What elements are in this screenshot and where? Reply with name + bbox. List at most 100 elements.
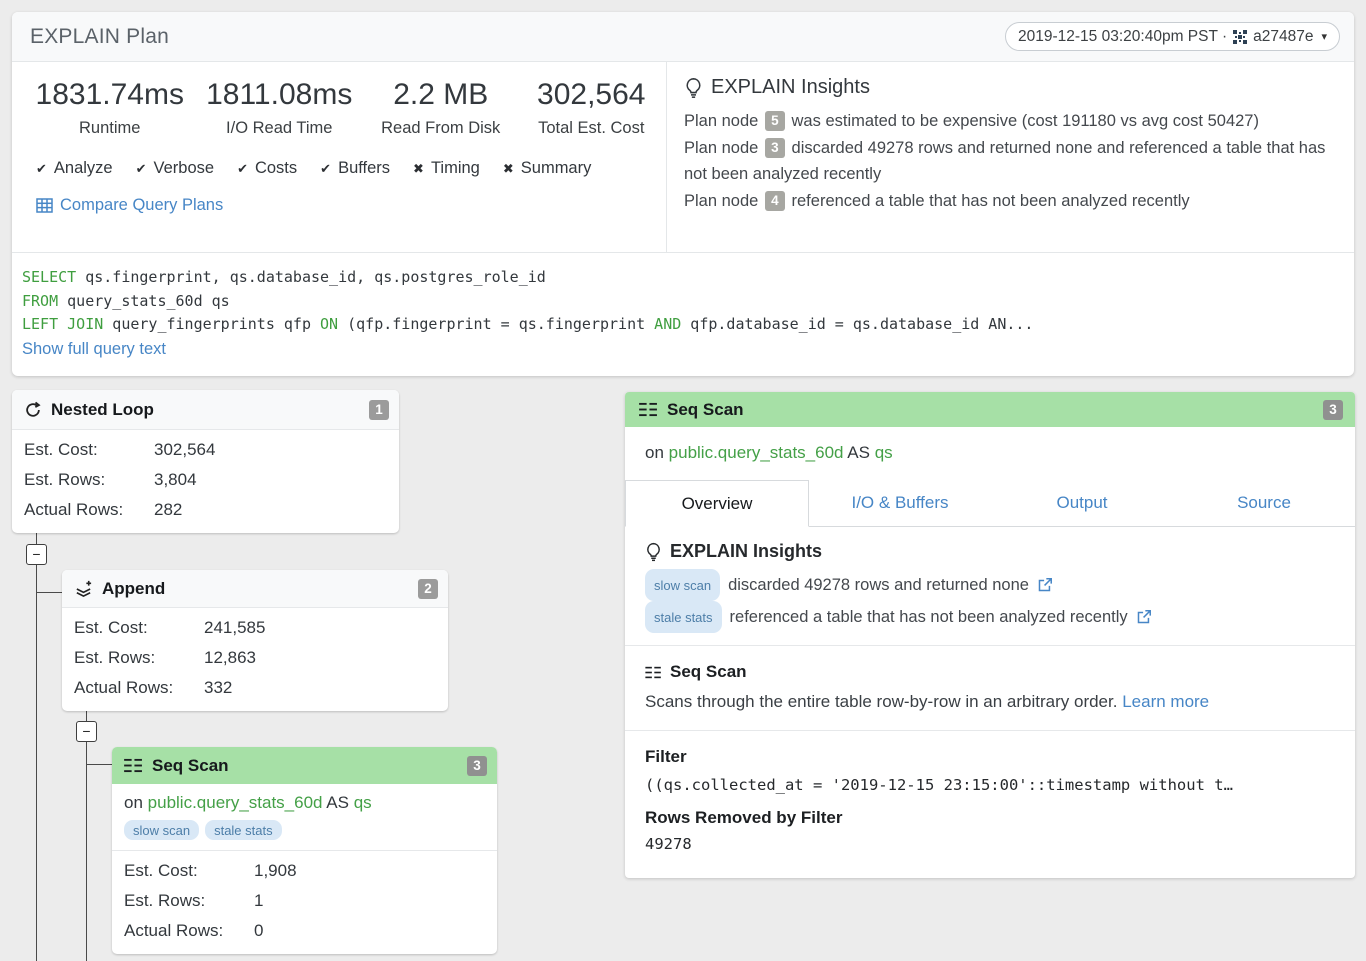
- sql-line: FROM query_stats_60d qs: [22, 290, 1340, 314]
- node-table-reference: on public.query_stats_60d AS qs: [112, 784, 497, 813]
- stat-read-from-disk: 2.2 MB Read From Disk: [365, 78, 517, 138]
- plan-node-nested-loop[interactable]: Nested Loop 1 Est. Cost:302,564 Est. Row…: [12, 390, 399, 533]
- stat-total-est-cost: 302,564 Total Est. Cost: [516, 78, 666, 138]
- node-type-title: Seq Scan: [670, 662, 747, 682]
- flag-timing: ✖ Timing: [413, 159, 480, 178]
- detail-insight-item: stale stats referenced a table that has …: [645, 601, 1335, 633]
- node-number-badge: 3: [467, 756, 487, 776]
- cross-icon: ✖: [503, 161, 514, 177]
- stat-runtime: 1831.74ms Runtime: [26, 78, 193, 138]
- table-grid-icon: [36, 198, 53, 213]
- node-title: Append: [102, 579, 409, 599]
- node-detail-panel: Seq Scan 3 on public.query_stats_60d AS …: [625, 392, 1355, 878]
- tab-output[interactable]: Output: [991, 480, 1173, 526]
- collapse-toggle-append[interactable]: −: [76, 721, 97, 742]
- tree-connector-horizontal: [37, 592, 62, 593]
- explain-plan-header: EXPLAIN Plan 2019-12-15 03:20:40pm PST ·…: [12, 12, 1354, 62]
- rows-removed-value: 49278: [645, 835, 1335, 853]
- loop-icon: [24, 401, 42, 419]
- table-rows-icon: [645, 666, 662, 679]
- insight-item: Plan node 3 discarded 49278 rows and ret…: [684, 135, 1338, 188]
- external-link-icon[interactable]: [1136, 609, 1152, 625]
- tag-slow-scan: slow scan: [124, 820, 199, 840]
- node-stat-row: Est. Cost:302,564: [24, 435, 387, 465]
- node-stat-row: Actual Rows:0: [124, 916, 485, 946]
- alias-link[interactable]: qs: [354, 793, 372, 812]
- collapse-toggle-nested-loop[interactable]: −: [26, 544, 47, 565]
- table-link[interactable]: public.query_stats_60d: [669, 443, 844, 462]
- detail-insight-item: slow scan discarded 49278 rows and retur…: [645, 569, 1335, 601]
- check-icon: ✔: [237, 161, 248, 177]
- insight-item: Plan node 5 was estimated to be expensiv…: [684, 108, 1338, 135]
- plan-timestamp-dropdown[interactable]: 2019-12-15 03:20:40pm PST · a27487e ▾: [1005, 22, 1340, 51]
- detail-insights-title: EXPLAIN Insights: [670, 541, 822, 562]
- node-stat-row: Est. Cost:1,908: [124, 856, 485, 886]
- sql-line: SELECT qs.fingerprint, qs.database_id, q…: [22, 266, 1340, 290]
- node-stat-row: Actual Rows:282: [24, 495, 387, 525]
- tag-stale-stats: stale stats: [645, 601, 722, 633]
- query-text-box: SELECT qs.fingerprint, qs.database_id, q…: [12, 252, 1354, 359]
- node-number-badge: 1: [369, 400, 389, 420]
- plan-node-seq-scan[interactable]: Seq Scan 3 on public.query_stats_60d AS …: [112, 747, 497, 954]
- check-icon: ✔: [36, 161, 47, 177]
- node-stat-row: Est. Cost:241,585: [74, 613, 436, 643]
- check-icon: ✔: [136, 161, 147, 177]
- page-title: EXPLAIN Plan: [30, 25, 1005, 49]
- alias-link[interactable]: qs: [875, 443, 893, 462]
- node-type-section: Seq Scan Scans through the entire table …: [625, 646, 1355, 730]
- node-stat-row: Actual Rows:332: [74, 673, 436, 703]
- show-full-query-link[interactable]: Show full query text: [22, 340, 1340, 359]
- fingerprint-id: a27487e: [1253, 28, 1313, 46]
- detail-tabs: Overview I/O & Buffers Output Source: [625, 480, 1355, 527]
- plan-node-badge[interactable]: 5: [765, 111, 785, 131]
- timestamp-label: 2019-12-15 03:20:40pm PST ·: [1018, 28, 1227, 46]
- explain-insights-summary: EXPLAIN Insights Plan node 5 was estimat…: [667, 62, 1354, 252]
- filter-title: Filter: [645, 747, 1335, 767]
- node-title: Nested Loop: [51, 400, 360, 420]
- insight-item: Plan node 4 referenced a table that has …: [684, 188, 1338, 215]
- table-link[interactable]: public.query_stats_60d: [148, 793, 323, 812]
- flag-analyze: ✔ Analyze: [36, 159, 113, 178]
- lightbulb-icon: [684, 77, 703, 99]
- tab-overview[interactable]: Overview: [625, 480, 809, 527]
- external-link-icon[interactable]: [1037, 577, 1053, 593]
- explain-flags: ✔ Analyze ✔ Verbose ✔ Costs ✔ Buffers ✖ …: [36, 159, 666, 178]
- learn-more-link[interactable]: Learn more: [1122, 692, 1209, 711]
- lightbulb-icon: [645, 542, 662, 562]
- detail-table-reference: on public.query_stats_60d AS qs: [625, 427, 1355, 480]
- plan-node-badge[interactable]: 4: [765, 191, 785, 211]
- flag-summary: ✖ Summary: [503, 159, 592, 178]
- filter-section: Filter ((qs.collected_at = '2019-12-15 2…: [625, 731, 1355, 869]
- tag-slow-scan: slow scan: [645, 569, 720, 601]
- node-title: Seq Scan: [152, 756, 458, 776]
- flag-verbose: ✔ Verbose: [136, 159, 214, 178]
- append-layers-icon: [74, 579, 93, 598]
- tab-io-buffers[interactable]: I/O & Buffers: [809, 480, 991, 526]
- tag-stale-stats: stale stats: [205, 820, 282, 840]
- stat-io-read-time: 1811.08ms I/O Read Time: [193, 78, 364, 138]
- table-rows-icon: [639, 402, 658, 417]
- table-rows-icon: [124, 758, 143, 773]
- tree-connector-vertical: [36, 520, 37, 961]
- compare-query-plans-link[interactable]: Compare Query Plans: [36, 196, 666, 215]
- flag-buffers: ✔ Buffers: [320, 159, 390, 178]
- rows-removed-title: Rows Removed by Filter: [645, 808, 1335, 828]
- flag-costs: ✔ Costs: [237, 159, 297, 178]
- detail-insights-section: EXPLAIN Insights slow scan discarded 492…: [625, 527, 1355, 645]
- node-type-description: Scans through the entire table row-by-ro…: [645, 692, 1117, 711]
- node-number-badge: 2: [418, 579, 438, 599]
- chevron-down-icon: ▾: [1321, 30, 1327, 43]
- plan-node-append[interactable]: Append 2 Est. Cost:241,585 Est. Rows:12,…: [62, 570, 448, 711]
- tab-source[interactable]: Source: [1173, 480, 1355, 526]
- plan-node-badge[interactable]: 3: [765, 138, 785, 158]
- explain-plan-card: EXPLAIN Plan 2019-12-15 03:20:40pm PST ·…: [12, 12, 1354, 376]
- node-stat-row: Est. Rows:3,804: [24, 465, 387, 495]
- node-stat-row: Est. Rows:1: [124, 886, 485, 916]
- fingerprint-icon: [1233, 30, 1247, 44]
- filter-expression: ((qs.collected_at = '2019-12-15 23:15:00…: [645, 776, 1335, 794]
- plan-stats: 1831.74ms Runtime 1811.08ms I/O Read Tim…: [12, 62, 667, 252]
- cross-icon: ✖: [413, 161, 424, 177]
- node-number-badge: 3: [1323, 400, 1343, 420]
- insights-title: EXPLAIN Insights: [711, 76, 870, 99]
- detail-panel-header: Seq Scan 3: [625, 392, 1355, 427]
